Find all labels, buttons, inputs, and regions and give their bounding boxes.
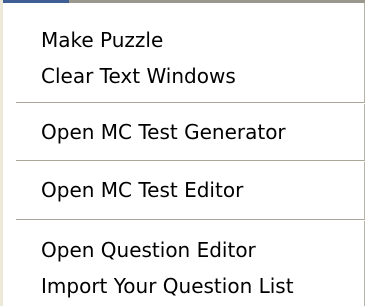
menu-item-open-mc-test-generator[interactable]: Open MC Test Generator [41, 117, 286, 147]
menu-item-open-mc-test-editor[interactable]: Open MC Test Editor [41, 175, 243, 205]
menu-separator [16, 160, 365, 162]
menu-item-clear-text-windows[interactable]: Clear Text Windows [41, 61, 236, 91]
menu-item-import-your-question-list[interactable]: Import Your Question List [41, 271, 294, 301]
menu-item-make-puzzle[interactable]: Make Puzzle [41, 25, 163, 55]
menu-separator [16, 219, 365, 221]
menu-top-border [3, 0, 365, 3]
menu-item-open-question-editor[interactable]: Open Question Editor [41, 235, 256, 265]
context-menu: Make Puzzle Clear Text Windows Open MC T… [0, 0, 365, 306]
menu-separator [16, 102, 365, 104]
